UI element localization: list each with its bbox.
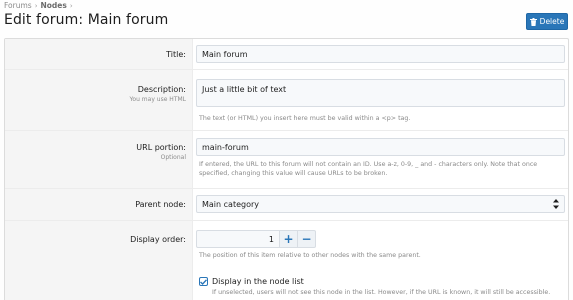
chevron-up-down-icon [551, 198, 561, 210]
breadcrumb-separator: › [69, 1, 73, 10]
display-in-list-checkbox[interactable] [199, 277, 208, 286]
description-textarea-value: Just a little bit of text [202, 85, 287, 94]
url-portion-input-value: main-forum [202, 142, 249, 152]
row-divider [5, 188, 568, 189]
display-in-list-row: Display in the node list [199, 277, 304, 286]
display-order-hint: The position of this item relative to ot… [199, 252, 421, 259]
display-order-value[interactable]: 1 [196, 230, 280, 248]
description-textarea[interactable]: Just a little bit of text [196, 79, 565, 107]
display-order-input: 1 + − [196, 230, 316, 248]
delete-button-label: Delete [539, 17, 565, 26]
parent-node-label: Parent node: [135, 200, 186, 209]
url-portion-input[interactable]: main-forum [196, 138, 565, 156]
checkmark-icon [200, 278, 207, 285]
display-order-label: Display order: [130, 235, 186, 244]
edit-forum-form: Title: Main forum Description: You may u… [4, 38, 569, 300]
title-input[interactable]: Main forum [196, 45, 565, 63]
row-divider [5, 69, 568, 70]
delete-button[interactable]: Delete [526, 13, 568, 30]
trash-icon [529, 17, 537, 26]
breadcrumb: Forums › Nodes › [4, 1, 73, 10]
breadcrumb-nodes[interactable]: Nodes [41, 1, 67, 10]
label-column [5, 39, 193, 300]
increment-button[interactable]: + [280, 230, 298, 248]
description-sublabel: You may use HTML [129, 96, 186, 103]
parent-node-select-value: Main category [202, 199, 259, 209]
url-portion-label: URL portion: [136, 143, 186, 152]
description-label: Description: [137, 85, 186, 94]
breadcrumb-forums[interactable]: Forums [4, 1, 32, 10]
display-in-list-hint: If unselected, users will not see this n… [212, 289, 551, 296]
title-label: Title: [166, 50, 186, 59]
page-title: Edit forum: Main forum [4, 12, 169, 28]
decrement-button[interactable]: − [298, 230, 316, 248]
row-divider [5, 130, 568, 131]
row-divider [5, 220, 568, 221]
display-in-list-label[interactable]: Display in the node list [212, 277, 304, 286]
url-portion-hint: If entered, the URL to this forum will n… [199, 161, 538, 177]
title-input-value: Main forum [202, 49, 248, 59]
url-portion-sublabel: Optional [160, 154, 186, 161]
breadcrumb-separator: › [34, 1, 38, 10]
description-hint: The text (or HTML) you insert here must … [199, 115, 411, 122]
parent-node-select[interactable]: Main category [196, 195, 565, 213]
